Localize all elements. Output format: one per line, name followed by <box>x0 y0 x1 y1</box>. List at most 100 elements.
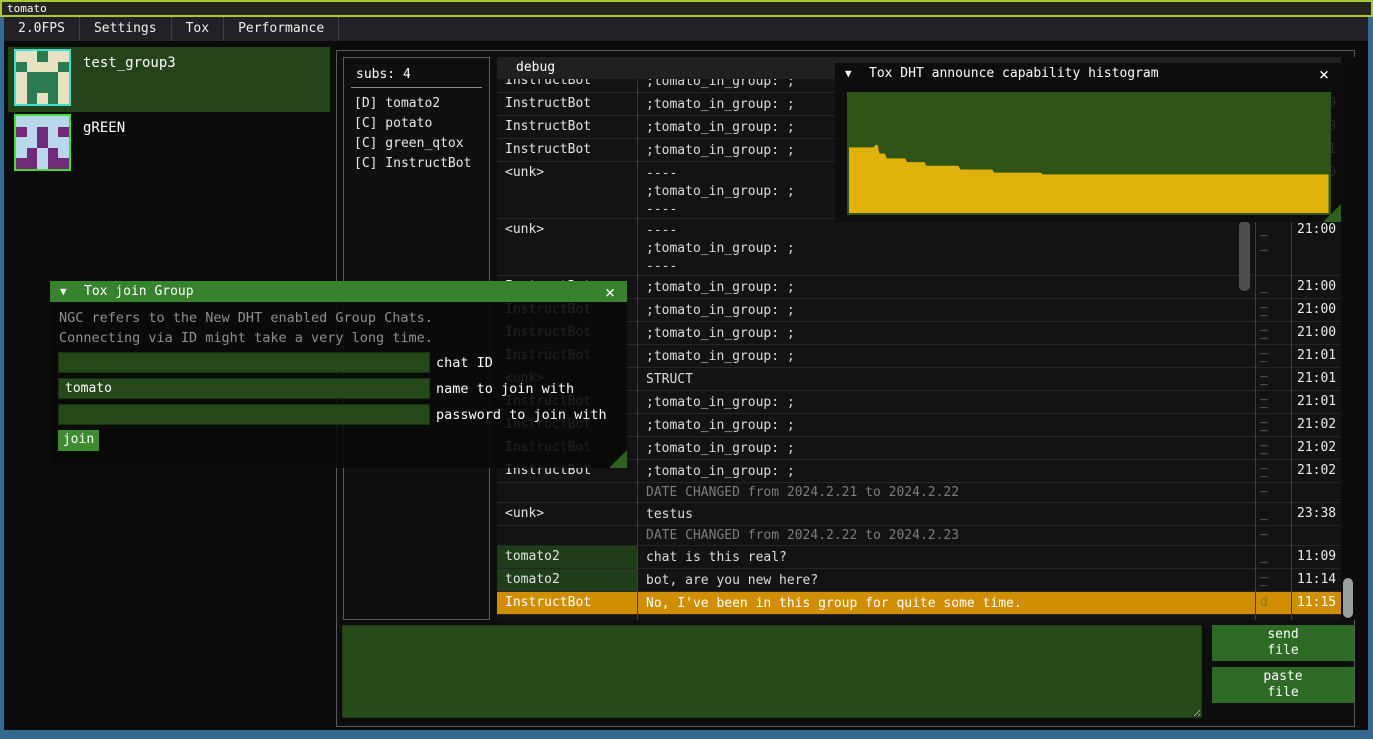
message-text: STRUCT <box>637 368 1255 390</box>
join-group-dialog: ▼ Tox join Group × NGC refers to the New… <box>50 281 627 468</box>
delivery-indicators: _ _ <box>1255 437 1291 459</box>
subs-member[interactable]: [C] InstructBot <box>354 156 471 171</box>
message-timestamp: 21:00 <box>1291 322 1341 344</box>
os-window-title: tomato <box>7 2 47 15</box>
dht-histogram-window-titlebar[interactable]: ▼ Tox DHT announce capability histogram … <box>835 63 1341 85</box>
message-text: ;tomato_in_group: ; <box>637 437 1255 459</box>
message-text: testus <box>637 503 1255 525</box>
os-title-bar[interactable]: tomato <box>0 0 1373 17</box>
message-text: ;tomato_in_group: ; <box>637 322 1255 344</box>
group-item-test_group3[interactable]: test_group3 <box>8 47 330 112</box>
subs-separator <box>351 87 482 88</box>
message-row[interactable]: InstructBotNo, I've been in this group f… <box>497 592 1341 615</box>
chat-id-label: chat ID <box>436 355 493 371</box>
join-name-label: name to join with <box>436 381 574 397</box>
chat-scrollbar-handle[interactable] <box>1343 578 1353 618</box>
subs-member[interactable]: [C] green_qtox <box>354 136 464 151</box>
message-text: No, I've been in this group for quite so… <box>637 592 1255 614</box>
app-window: tomato 2.0FPSSettingsToxPerformance test… <box>0 0 1373 739</box>
chat-id-field[interactable] <box>58 352 430 373</box>
sender-name: InstructBot <box>497 139 637 161</box>
sender-name: <unk> <box>497 503 637 525</box>
sender-name: InstructBot <box>497 116 637 138</box>
menu-item-20fps[interactable]: 2.0FPS <box>4 17 80 41</box>
resize-grip[interactable] <box>1323 204 1341 222</box>
paste-file-button[interactable]: paste file <box>1212 667 1354 703</box>
message-text: ;tomato_in_group: ; <box>637 276 1255 298</box>
sender-name: InstructBot <box>497 592 637 614</box>
join-button[interactable]: join <box>58 430 99 451</box>
sender-name: InstructBot <box>497 93 637 115</box>
delivery-indicators: _ _ <box>1255 460 1291 482</box>
delivery-indicators: _ _ <box>1255 322 1291 344</box>
join-name-field[interactable]: tomato <box>58 378 430 399</box>
sender-name: tomato2 <box>497 569 637 591</box>
subs-member[interactable]: [C] potato <box>354 116 432 131</box>
message-row[interactable]: <unk>---- ;tomato_in_group: ; ----_ _21:… <box>497 219 1341 276</box>
message-text: ;tomato_in_group: ; <box>637 460 1255 482</box>
dht-histogram-window-title: Tox DHT announce capability histogram <box>869 66 1159 81</box>
delivery-indicators: _ _ <box>1255 546 1291 568</box>
group-name-label: gREEN <box>71 112 125 172</box>
chat-scrollbar-track[interactable] <box>1341 57 1355 620</box>
dht-histogram-window: ▼ Tox DHT announce capability histogram … <box>835 63 1341 222</box>
delivery-indicators: _ _ <box>1255 299 1291 321</box>
message-text: chat is this real? <box>637 546 1255 568</box>
delivery-indicators: _ _ <box>1255 503 1291 525</box>
delivery-indicators: _ _ <box>1255 569 1291 591</box>
group-item-gREEN[interactable]: gREEN <box>8 112 330 172</box>
message-timestamp: 21:02 <box>1291 460 1341 482</box>
ngc-note-line1: NGC refers to the New DHT enabled Group … <box>59 310 433 326</box>
message-timestamp: 21:02 <box>1291 437 1341 459</box>
join-password-field[interactable] <box>58 404 430 425</box>
date-changed-row: DATE CHANGED from 2024.2.22 to 2024.2.23 <box>497 526 1341 546</box>
join-group-dialog-body: NGC refers to the New DHT enabled Group … <box>50 302 627 468</box>
message-timestamp: 23:38 <box>1291 503 1341 525</box>
subs-count-label: subs: 4 <box>344 58 489 82</box>
message-row[interactable]: tomato2bot, are you new here?_ _11:14 <box>497 569 1341 592</box>
message-timestamp: 21:00 <box>1291 219 1341 275</box>
message-input[interactable] <box>342 625 1202 718</box>
menu-item-settings[interactable]: Settings <box>80 17 172 41</box>
message-timestamp: 21:01 <box>1291 345 1341 367</box>
collapse-arrow-icon[interactable]: ▼ <box>60 285 67 298</box>
resize-grip[interactable] <box>609 450 627 468</box>
close-icon[interactable]: × <box>1315 65 1333 85</box>
collapse-arrow-icon[interactable]: ▼ <box>845 67 852 80</box>
ngc-note-line2: Connecting via ID might take a very long… <box>59 330 433 346</box>
message-timestamp: 21:00 <box>1291 299 1341 321</box>
join-group-dialog-title: Tox join Group <box>84 284 194 299</box>
delivery-indicators: _ _ <box>1255 368 1291 390</box>
delivery-indicators: d _ <box>1255 592 1291 614</box>
message-timestamp: 11:15 <box>1291 592 1341 614</box>
send-file-button[interactable]: send file <box>1212 625 1354 661</box>
close-icon[interactable]: × <box>601 283 619 303</box>
message-text: ;tomato_in_group: ; <box>637 414 1255 436</box>
menu-item-performance[interactable]: Performance <box>224 17 339 41</box>
window-border-right <box>1368 17 1373 730</box>
delivery-indicators: _ _ <box>1255 414 1291 436</box>
join-group-dialog-titlebar[interactable]: ▼ Tox join Group × <box>50 281 627 302</box>
message-timestamp: 11:09 <box>1291 546 1341 568</box>
sender-name: <unk> <box>497 219 637 275</box>
sender-name: tomato2 <box>497 546 637 568</box>
message-row[interactable]: <unk>testus_ _23:38 <box>497 503 1341 526</box>
message-timestamp: 21:01 <box>1291 368 1341 390</box>
message-timestamp: 21:02 <box>1291 414 1341 436</box>
dht-histogram-window-body <box>835 85 1341 222</box>
window-border-left <box>0 17 4 730</box>
group-avatar <box>14 114 71 171</box>
date-changed-row: DATE CHANGED from 2024.2.21 to 2024.2.22 <box>497 483 1341 503</box>
subs-member[interactable]: [D] tomato2 <box>354 96 440 111</box>
message-row[interactable]: tomato2chat is this real?_ _11:09 <box>497 546 1341 569</box>
group-name-label: test_group3 <box>71 47 176 112</box>
message-text: bot, are you new here? <box>637 569 1255 591</box>
dht-capability-histogram-plot <box>847 92 1331 215</box>
message-timestamp: 11:14 <box>1291 569 1341 591</box>
sender-name: <unk> <box>497 162 637 218</box>
menu-item-tox[interactable]: Tox <box>172 17 224 41</box>
join-password-label: password to join with <box>436 407 607 423</box>
delivery-indicators: _ _ <box>1255 391 1291 413</box>
delivery-indicators: _ _ <box>1255 276 1291 298</box>
message-scrollbar-handle[interactable] <box>1239 221 1250 291</box>
